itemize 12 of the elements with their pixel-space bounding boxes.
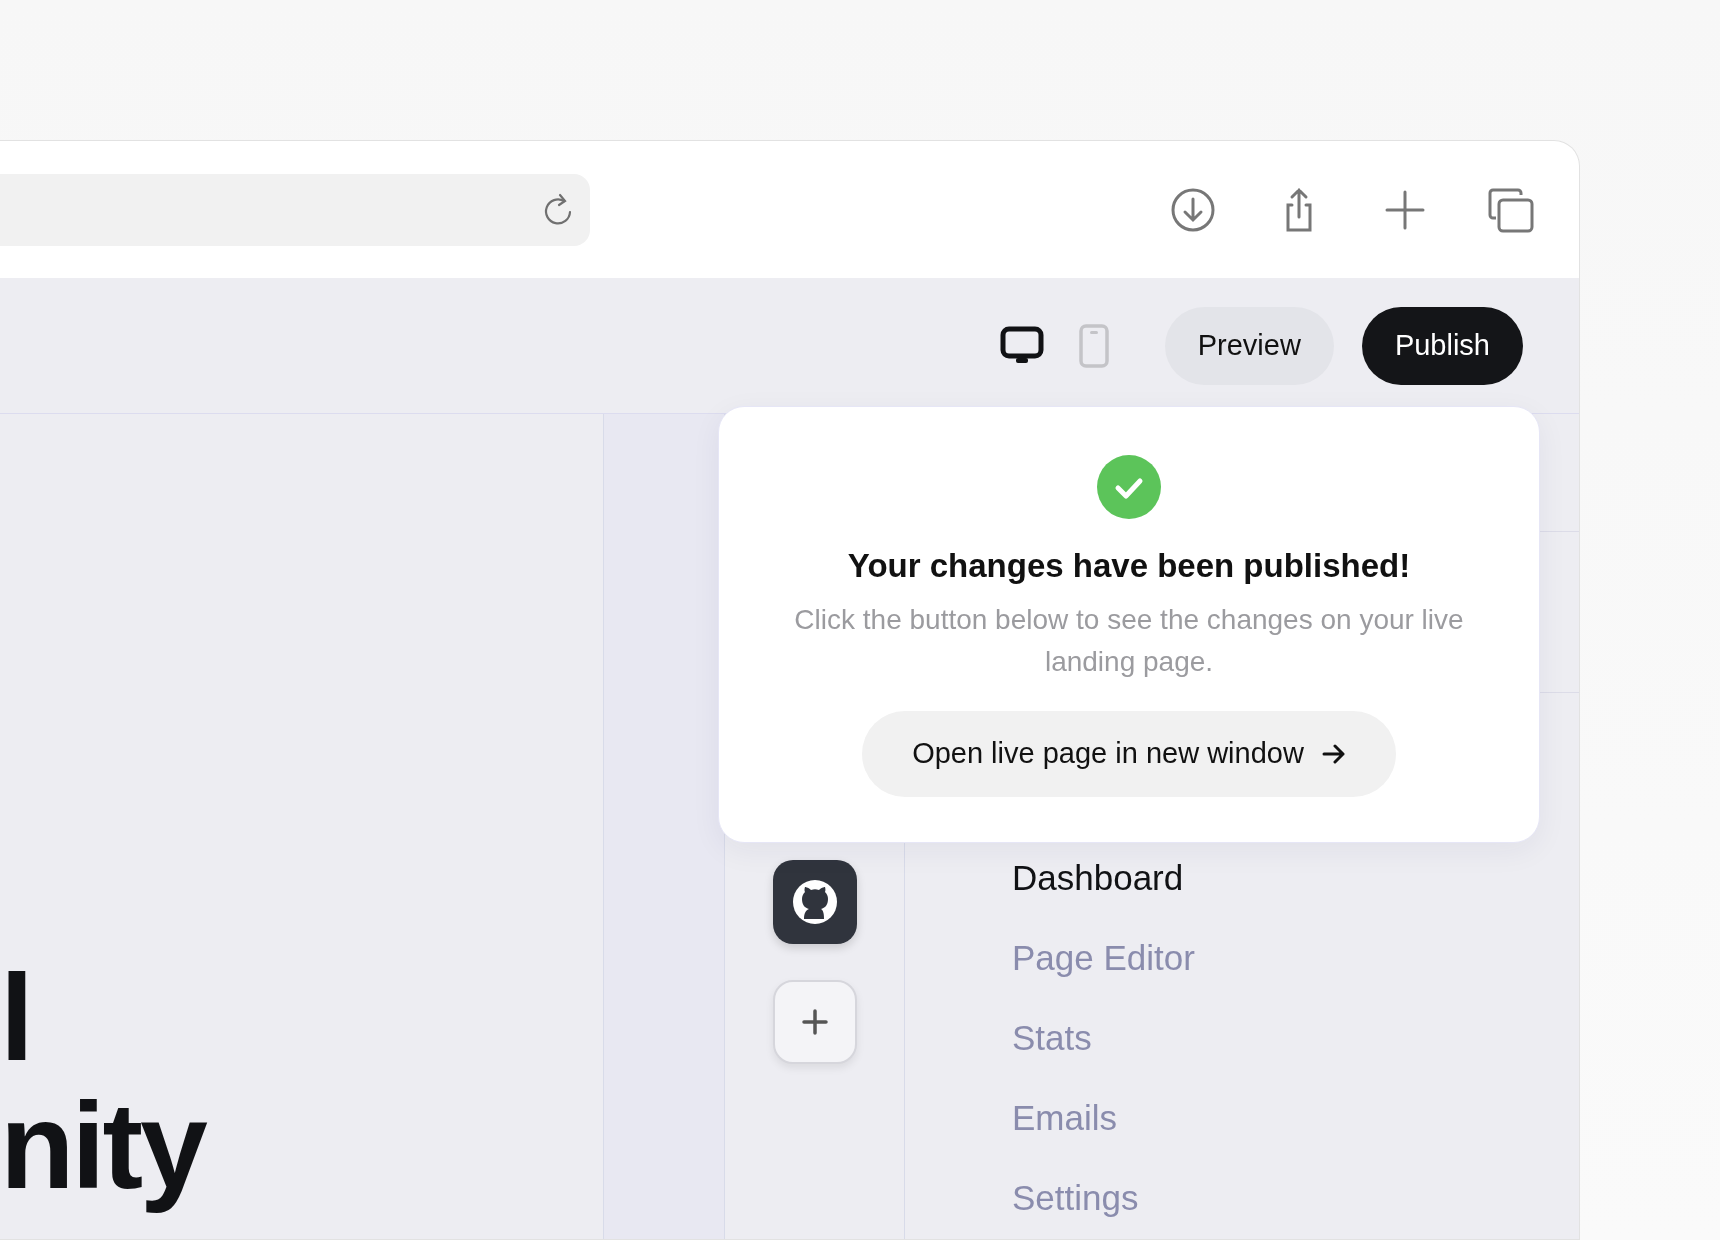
- popup-title: Your changes have been published!: [847, 546, 1411, 586]
- github-button[interactable]: [772, 860, 857, 944]
- popup-message: Click the button below to see the changes on your live landing page.: [793, 602, 1465, 679]
- publish-button[interactable]: Publish: [1361, 306, 1523, 385]
- check-icon: [1097, 455, 1161, 519]
- plus-icon: [800, 1008, 829, 1036]
- open-live-page-button[interactable]: Open live page in new window: [862, 710, 1396, 797]
- add-button[interactable]: [772, 980, 857, 1064]
- nav-item[interactable]: Dashboard: [1012, 856, 1184, 900]
- preview-button[interactable]: Preview: [1164, 306, 1334, 385]
- arrow-right-icon: [1321, 742, 1346, 765]
- heading-text: l: [0, 954, 32, 1082]
